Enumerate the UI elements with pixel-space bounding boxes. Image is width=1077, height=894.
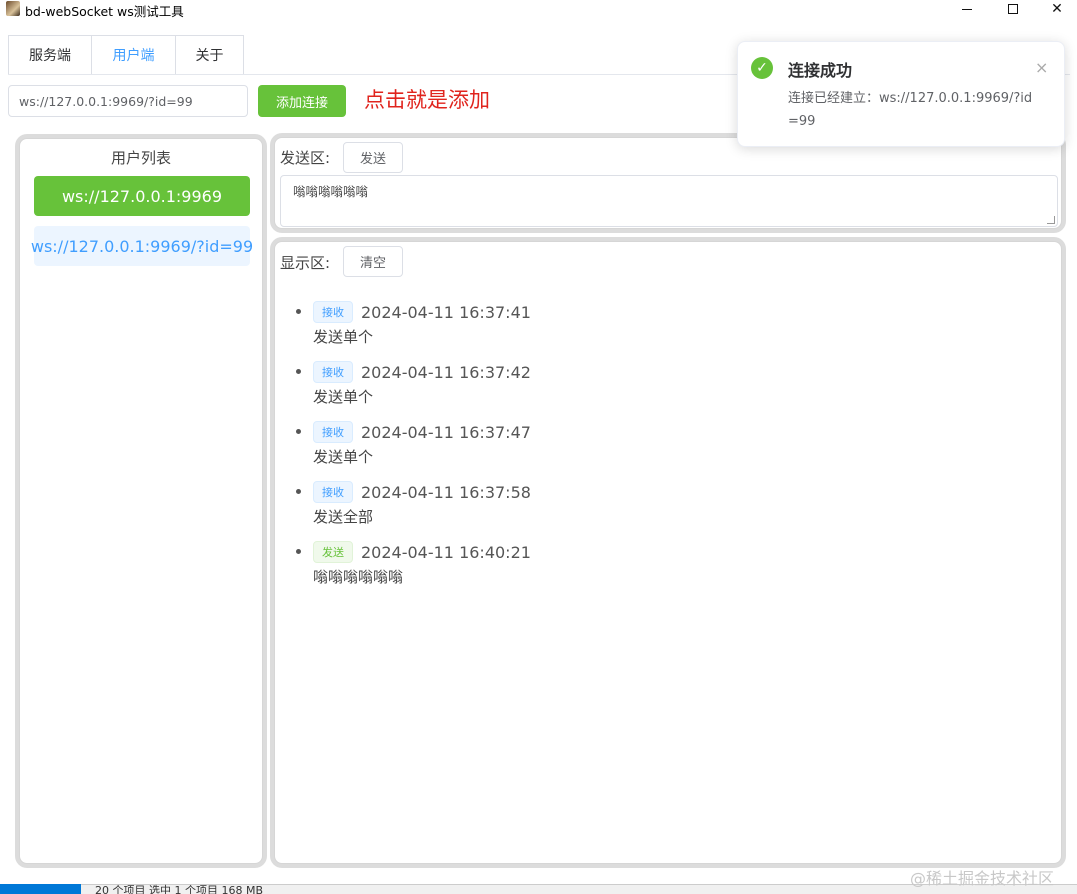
list-item: 接收 2024-04-11 16:37:58 发送全部: [296, 480, 531, 530]
close-icon: ✕: [1051, 1, 1063, 17]
minimize-icon: [962, 8, 972, 10]
list-item: 接收 2024-04-11 16:37:41 发送单个: [296, 300, 531, 350]
tab-about[interactable]: 关于: [175, 35, 244, 75]
success-notification: ✓ 连接成功 连接已经建立：ws://127.0.0.1:9969/?id=99…: [737, 41, 1065, 147]
watermark: @稀土掘金技术社区: [910, 869, 1055, 888]
message-body: 发送单个: [313, 388, 374, 406]
message-body: 发送单个: [313, 328, 374, 346]
send-textarea[interactable]: 嗡嗡嗡嗡嗡嗡: [280, 175, 1058, 227]
display-panel: 显示区: 清空 接收 2024-04-11 16:37:41 发送单个 接收 2…: [274, 241, 1062, 864]
send-text-value: 嗡嗡嗡嗡嗡嗡: [293, 184, 369, 199]
user-list-title: 用户列表: [110, 149, 171, 167]
message-time: 2024-04-11 16:37:47: [361, 422, 531, 442]
close-window-button[interactable]: ✕: [1034, 0, 1077, 18]
notification-message: 连接已经建立：ws://127.0.0.1:9969/?id=99: [788, 91, 1033, 129]
send-area-label: 发送区:: [280, 149, 331, 167]
notification-title: 连接成功: [788, 61, 853, 80]
minimize-button[interactable]: [944, 0, 990, 18]
app-icon: [6, 1, 20, 16]
message-time: 2024-04-11 16:40:21: [361, 542, 531, 562]
message-tag: 接收: [313, 301, 353, 323]
message-time: 2024-04-11 16:37:41: [361, 302, 531, 322]
status-text: 20 个项目 选中 1 个项目 168 MB: [95, 884, 264, 894]
message-body: 嗡嗡嗡嗡嗡嗡: [313, 568, 404, 586]
connection-url-input[interactable]: [8, 85, 248, 117]
check-circle-icon: ✓: [751, 57, 773, 79]
title-bar: bd-webSocket ws测试工具 ✕: [0, 0, 1077, 19]
bullet-icon: [296, 549, 301, 554]
tab-client[interactable]: 用户端: [91, 35, 175, 75]
message-time: 2024-04-11 16:37:58: [361, 482, 531, 502]
maximize-button[interactable]: [990, 0, 1036, 18]
list-item: 发送 2024-04-11 16:40:21 嗡嗡嗡嗡嗡嗡: [296, 540, 531, 590]
bullet-icon: [296, 369, 301, 374]
resize-grip-icon[interactable]: [1047, 216, 1055, 224]
user-list-item[interactable]: ws://127.0.0.1:9969: [34, 176, 250, 216]
bullet-icon: [296, 309, 301, 314]
message-tag: 接收: [313, 421, 353, 443]
clear-button[interactable]: 清空: [343, 246, 403, 277]
list-item: 接收 2024-04-11 16:37:42 发送单个: [296, 360, 531, 410]
message-body: 发送单个: [313, 448, 374, 466]
display-area-label: 显示区:: [280, 254, 331, 272]
list-item: 接收 2024-04-11 16:37:47 发送单个: [296, 420, 531, 470]
window-title: bd-webSocket ws测试工具: [25, 4, 184, 19]
message-body: 发送全部: [313, 508, 374, 526]
maximize-icon: [1008, 4, 1018, 14]
hint-text: 点击就是添加: [364, 88, 490, 112]
bullet-icon: [296, 489, 301, 494]
user-list-panel: 用户列表 ws://127.0.0.1:9969 ws://127.0.0.1:…: [19, 138, 263, 864]
tab-server[interactable]: 服务端: [8, 35, 91, 75]
message-list: 接收 2024-04-11 16:37:41 发送单个 接收 2024-04-1…: [296, 300, 531, 600]
taskbar-highlight: [0, 884, 81, 894]
add-connection-button[interactable]: 添加连接: [258, 85, 346, 117]
message-tag: 接收: [313, 481, 353, 503]
main-tabs: 服务端 用户端 关于: [8, 35, 244, 75]
bullet-icon: [296, 429, 301, 434]
send-button[interactable]: 发送: [343, 142, 403, 173]
user-list-item[interactable]: ws://127.0.0.1:9969/?id=99: [31, 226, 253, 266]
message-time: 2024-04-11 16:37:42: [361, 362, 531, 382]
message-tag: 发送: [313, 541, 353, 563]
close-icon[interactable]: ×: [1035, 58, 1048, 77]
message-tag: 接收: [313, 361, 353, 383]
send-panel: 发送区: 发送 嗡嗡嗡嗡嗡嗡: [274, 137, 1062, 229]
